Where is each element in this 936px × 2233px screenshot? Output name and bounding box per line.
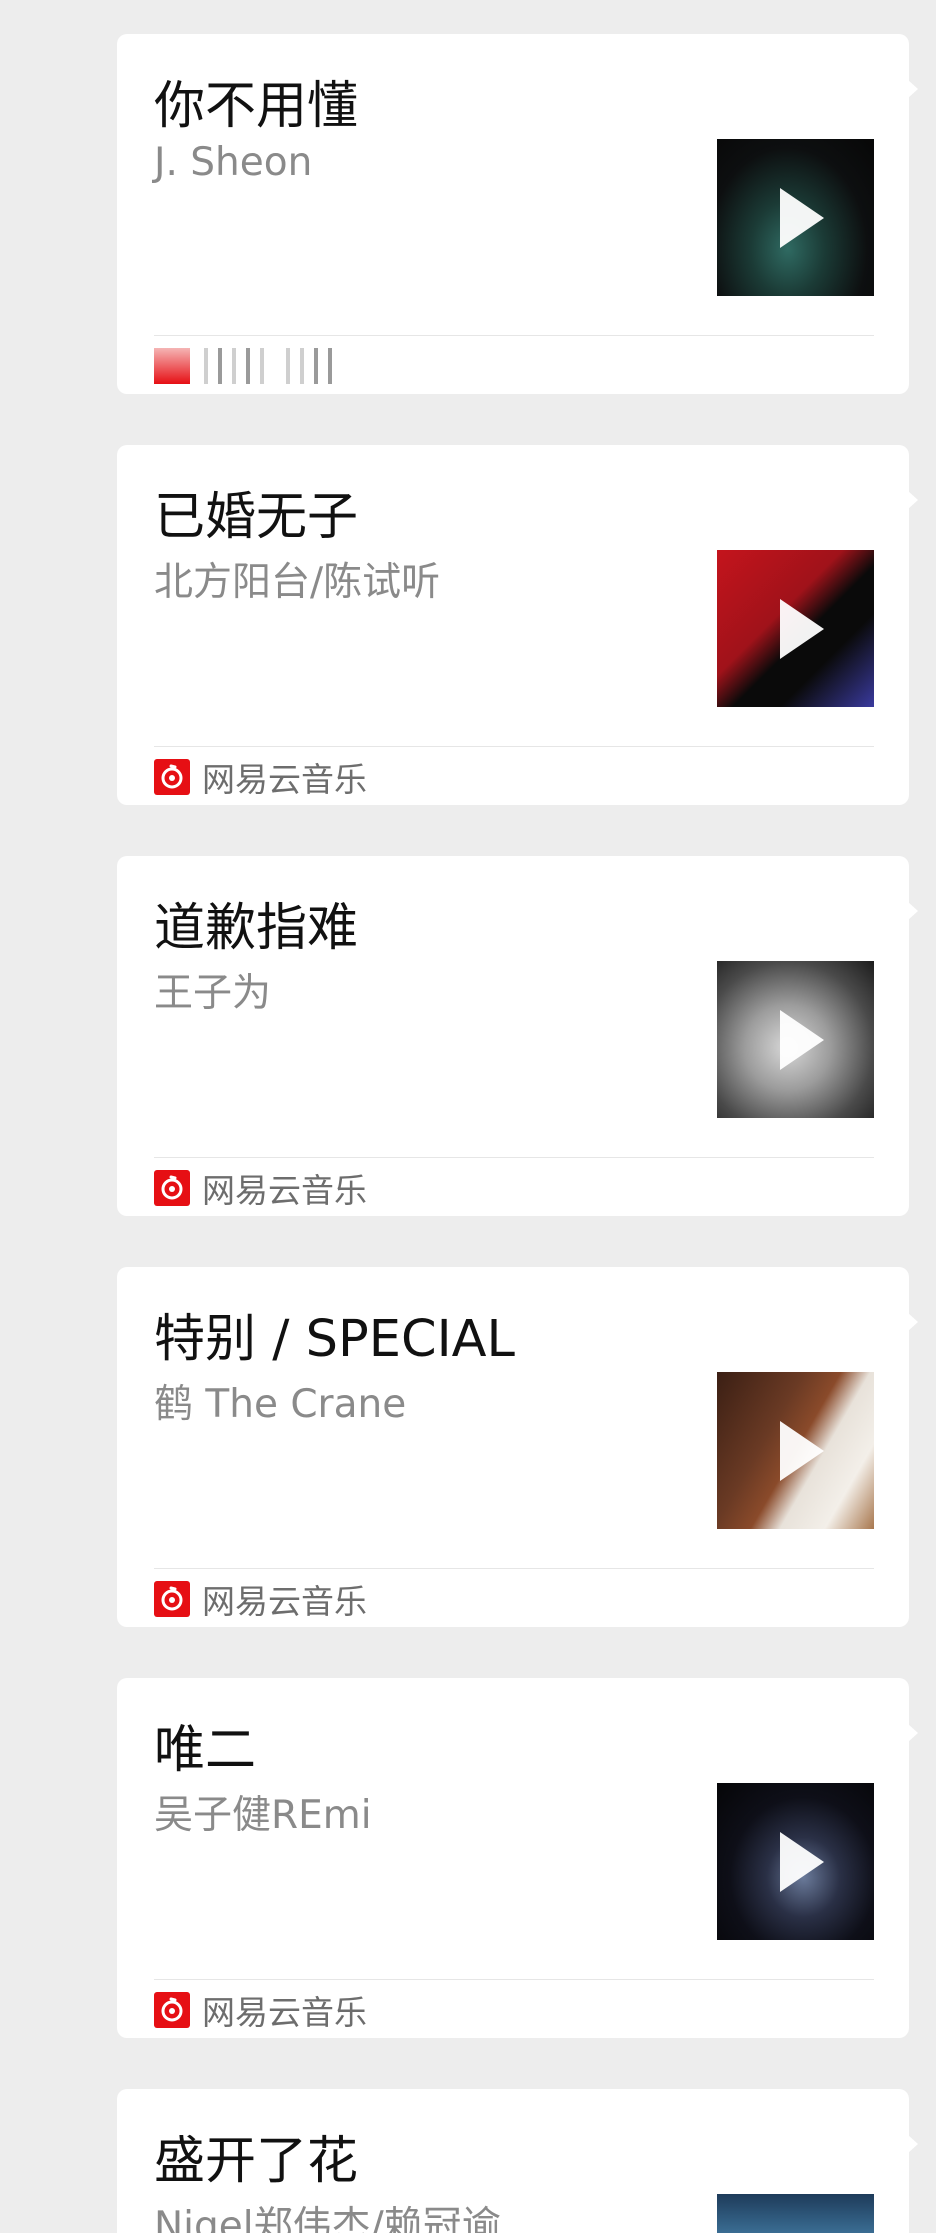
album-cover[interactable] <box>717 550 874 707</box>
card-divider <box>154 1979 874 1980</box>
netease-music-logo-icon <box>154 759 190 795</box>
source-attribution[interactable]: 网易云音乐 <box>154 1991 367 2032</box>
music-card[interactable]: 已婚无子 北方阳台/陈试听 网易云音乐 <box>117 445 918 805</box>
source-placeholder <box>154 347 342 385</box>
netease-music-logo-icon <box>154 1170 190 1206</box>
source-label: 网易云音乐 <box>202 760 367 799</box>
music-card[interactable]: 特别 / SPECIAL 鹤 The Crane 网易云音乐 <box>117 1267 918 1627</box>
album-cover[interactable] <box>717 961 874 1118</box>
song-artist: J. Sheon <box>154 140 313 185</box>
card-divider <box>154 746 874 747</box>
music-card[interactable]: 盛开了花 Nigel郑伟杰/赖冠谕 <box>117 2089 918 2233</box>
source-label: 网易云音乐 <box>202 1582 367 1621</box>
album-cover[interactable] <box>717 2194 874 2233</box>
song-title: 特别 / SPECIAL <box>154 1310 515 1369</box>
song-title: 你不用懂 <box>154 77 359 136</box>
song-artist: 北方阳台/陈试听 <box>154 560 441 605</box>
music-card[interactable]: 唯二 吴子健REmi 网易云音乐 <box>117 1678 918 2038</box>
play-icon[interactable] <box>779 187 824 248</box>
netease-music-logo-icon <box>154 1992 190 2028</box>
song-title: 已婚无子 <box>154 488 359 547</box>
source-label: 网易云音乐 <box>202 1171 367 1210</box>
music-card[interactable]: 道歉指难 王子为 网易云音乐 <box>117 856 918 1216</box>
source-attribution[interactable]: 网易云音乐 <box>154 1169 367 1210</box>
play-icon[interactable] <box>779 598 824 659</box>
song-title: 盛开了花 <box>154 2132 359 2191</box>
song-artist: 吴子健REmi <box>154 1793 372 1838</box>
play-icon[interactable] <box>779 1420 824 1481</box>
music-share-feed: 你不用懂 J. Sheon 已婚无子 北方阳台/陈试听 网易云音乐 道歉指难 王… <box>0 0 936 2233</box>
card-divider <box>154 335 874 336</box>
card-divider <box>154 1157 874 1158</box>
song-artist: 鹤 The Crane <box>154 1382 407 1427</box>
music-card[interactable]: 你不用懂 J. Sheon <box>117 34 918 394</box>
play-icon[interactable] <box>779 1009 824 1070</box>
loading-source-icon <box>154 347 342 385</box>
source-attribution[interactable]: 网易云音乐 <box>154 1580 367 1621</box>
song-artist: Nigel郑伟杰/赖冠谕 <box>154 2204 501 2233</box>
play-icon[interactable] <box>779 1831 824 1892</box>
album-cover[interactable] <box>717 139 874 296</box>
song-title: 道歉指难 <box>154 899 359 958</box>
album-cover[interactable] <box>717 1372 874 1529</box>
card-divider <box>154 1568 874 1569</box>
song-artist: 王子为 <box>154 971 272 1016</box>
source-label: 网易云音乐 <box>202 1993 367 2032</box>
album-cover[interactable] <box>717 1783 874 1940</box>
source-attribution[interactable]: 网易云音乐 <box>154 758 367 799</box>
netease-music-logo-icon <box>154 1581 190 1617</box>
song-title: 唯二 <box>154 1721 257 1780</box>
